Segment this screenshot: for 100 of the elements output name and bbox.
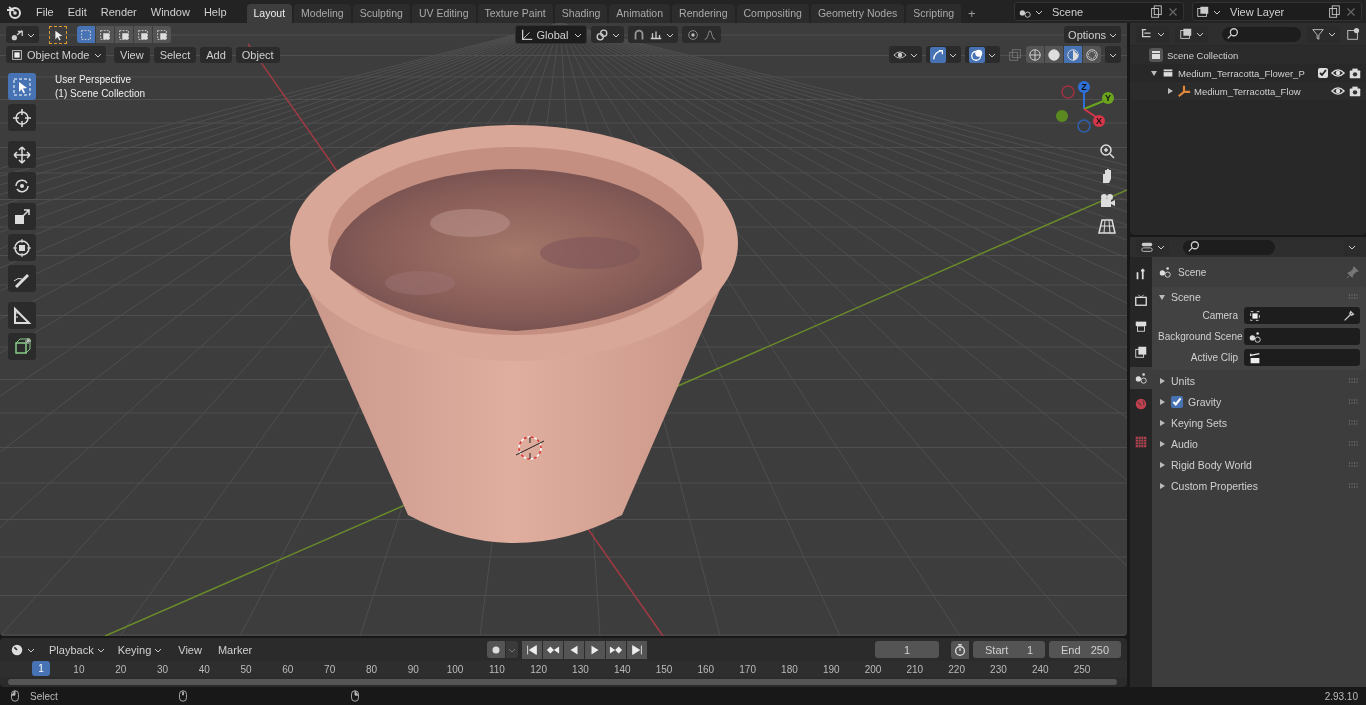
panel-title[interactable]: Units xyxy=(1171,374,1195,387)
disclosure-triangle-icon[interactable] xyxy=(1158,418,1166,427)
workspace-tab[interactable]: Texture Paint xyxy=(477,4,553,23)
view-layer-selector[interactable]: View Layer xyxy=(1192,2,1362,21)
exclude-checkbox[interactable] xyxy=(1318,68,1328,78)
start-frame-field[interactable]: Start 1 xyxy=(973,641,1045,658)
play-reverse-icon[interactable] xyxy=(563,640,584,659)
scene-tab[interactable] xyxy=(1130,367,1152,389)
shading-mode-button[interactable] xyxy=(1026,46,1044,63)
workspace-tab[interactable]: Compositing xyxy=(736,4,809,23)
stopwatch-icon[interactable] xyxy=(951,640,969,659)
drag-handle-icon[interactable] xyxy=(1348,440,1360,447)
disclosure-triangle-icon[interactable] xyxy=(1158,439,1166,448)
selection-mode-button[interactable] xyxy=(96,26,114,43)
play-icon[interactable] xyxy=(584,640,605,659)
workspace-tab[interactable]: Modeling xyxy=(294,4,351,23)
workspace-tab[interactable]: Layout xyxy=(246,4,293,23)
disclosure-triangle-icon[interactable] xyxy=(1158,481,1166,490)
shading-options-dropdown[interactable] xyxy=(1105,46,1121,63)
workspace-tab[interactable]: Rendering xyxy=(672,4,735,23)
options-dropdown[interactable]: Options xyxy=(1064,26,1121,43)
disclosure-triangle-icon[interactable] xyxy=(1158,376,1166,385)
workspace-tab[interactable]: Animation xyxy=(609,4,671,23)
grid-icon[interactable] xyxy=(1097,216,1117,236)
end-frame-field[interactable]: End 250 xyxy=(1049,641,1121,658)
camera-icon[interactable] xyxy=(1348,66,1362,80)
select-tool[interactable] xyxy=(8,73,36,100)
cursor-tool[interactable] xyxy=(8,104,36,131)
drag-handle-icon[interactable] xyxy=(1348,398,1360,405)
search-field[interactable] xyxy=(1183,239,1275,255)
panel-title[interactable]: Keying Sets xyxy=(1171,416,1228,429)
scene-selector[interactable]: Scene xyxy=(1014,2,1184,21)
panel-title[interactable]: Rigid Body World xyxy=(1171,458,1252,471)
menu-item[interactable]: File xyxy=(30,2,60,21)
overlay-toggle[interactable] xyxy=(969,46,985,63)
workspace-tab[interactable]: Scripting xyxy=(906,4,962,23)
current-frame-field[interactable]: 1 xyxy=(875,641,939,658)
blender-logo-icon[interactable] xyxy=(6,3,22,20)
drag-handle-icon[interactable] xyxy=(1348,482,1360,489)
workspace-tab[interactable]: Geometry Nodes xyxy=(810,4,905,23)
panel-title[interactable]: Audio xyxy=(1171,437,1198,450)
rotate-tool[interactable] xyxy=(8,172,36,199)
shading-mode-button[interactable] xyxy=(1045,46,1063,63)
search-field[interactable] xyxy=(1222,26,1301,42)
selection-mode-button[interactable] xyxy=(115,26,133,43)
drag-handle-icon[interactable] xyxy=(1348,294,1360,300)
eye-icon[interactable] xyxy=(1331,66,1345,80)
outliner-item[interactable]: Scene Collection xyxy=(1167,49,1239,61)
menu-item[interactable]: Window xyxy=(144,2,196,21)
selection-mode-button[interactable] xyxy=(77,26,95,43)
selection-mode-button[interactable] xyxy=(134,26,152,43)
proportional-editing-button[interactable] xyxy=(681,26,721,43)
add-cube-tool[interactable] xyxy=(8,333,36,360)
panel-title[interactable]: Scene xyxy=(1171,291,1201,303)
jump-start-icon[interactable] xyxy=(521,640,542,659)
workspace-tab[interactable]: UV Editing xyxy=(411,4,476,23)
disclosure-triangle-icon[interactable] xyxy=(1158,293,1166,301)
mode-dropdown[interactable]: Object Mode xyxy=(6,46,106,63)
zoom-icon[interactable] xyxy=(1097,141,1117,161)
pin-icon[interactable] xyxy=(1346,265,1360,279)
annotate-tool[interactable] xyxy=(8,265,36,292)
checkbox[interactable] xyxy=(1171,395,1183,408)
camera-field[interactable] xyxy=(1244,307,1360,324)
drag-handle-icon[interactable] xyxy=(1348,461,1360,468)
disclosure-triangle-icon[interactable] xyxy=(1166,87,1174,95)
outliner-item[interactable]: Medium_Terracotta_Flow xyxy=(1194,85,1301,97)
shading-mode-button[interactable] xyxy=(1064,46,1082,63)
disclosure-triangle-icon[interactable] xyxy=(1150,69,1158,77)
previous-keyframe-icon[interactable] xyxy=(542,640,563,659)
clip-field[interactable] xyxy=(1244,349,1360,366)
record-button[interactable] xyxy=(486,641,505,658)
playhead-frame[interactable]: 1 xyxy=(32,661,50,676)
move-tool[interactable] xyxy=(8,141,36,168)
scene-field[interactable] xyxy=(1244,328,1360,345)
visibility-dropdown[interactable] xyxy=(889,46,922,63)
disclosure-triangle-icon[interactable] xyxy=(1158,397,1166,406)
outliner-item[interactable]: Medium_Terracotta_Flower_P xyxy=(1178,67,1305,79)
menu-item[interactable]: Edit xyxy=(61,2,93,21)
copy-icon[interactable] xyxy=(1327,4,1341,19)
selection-mode-button[interactable] xyxy=(153,26,171,43)
panel-title[interactable]: Gravity xyxy=(1188,395,1222,408)
snapping-button[interactable] xyxy=(627,26,678,43)
menu-item[interactable]: Render xyxy=(94,2,143,21)
menu-item[interactable]: Help xyxy=(197,2,233,21)
pivot-point-dropdown[interactable] xyxy=(590,26,624,43)
transform-tool[interactable] xyxy=(8,234,36,261)
eyedropper-icon[interactable] xyxy=(1342,308,1356,323)
drag-handle-icon[interactable] xyxy=(1348,377,1360,384)
camera-icon[interactable] xyxy=(1348,84,1362,98)
next-keyframe-icon[interactable] xyxy=(605,640,626,659)
measure-tool[interactable] xyxy=(8,302,36,329)
eye-icon[interactable] xyxy=(1331,84,1345,98)
drag-handle-icon[interactable] xyxy=(1348,419,1360,426)
select-tool-button[interactable] xyxy=(49,25,67,44)
copy-icon[interactable] xyxy=(1149,4,1163,19)
new-collection-icon[interactable] xyxy=(1346,27,1360,41)
editor-type-button[interactable] xyxy=(6,26,39,43)
transform-orientation-dropdown[interactable]: Global xyxy=(514,25,587,44)
add-workspace-button[interactable]: + xyxy=(963,4,981,23)
disclosure-triangle-icon[interactable] xyxy=(1158,460,1166,469)
